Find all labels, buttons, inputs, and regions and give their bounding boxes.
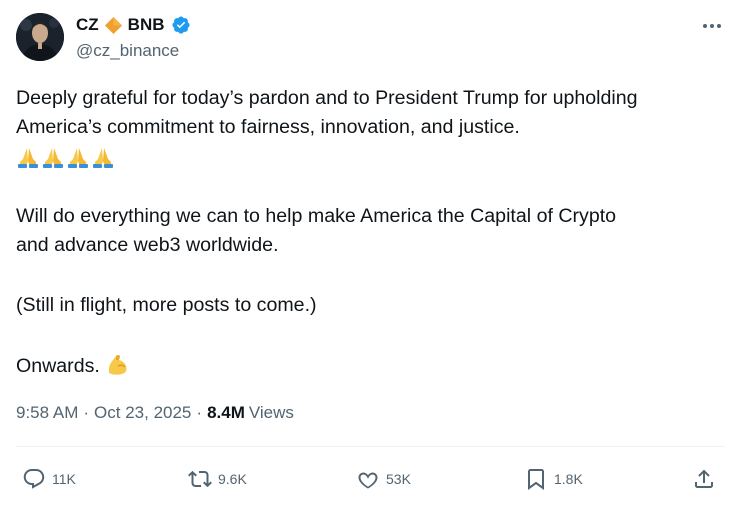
tweet-line-5: (Still in flight, more posts to come.) — [16, 294, 317, 316]
tweet-time[interactable]: 9:58 AM — [16, 403, 78, 423]
flexed-biceps-icon — [109, 355, 127, 375]
tweet-line-4: and advance web3 worldwide. — [16, 234, 279, 256]
author-name-row[interactable]: CZ BNB — [76, 14, 191, 36]
tweet-line-6: Onwards. — [16, 351, 728, 381]
bookmark-button[interactable]: 1.8K — [524, 463, 583, 495]
like-count: 53K — [386, 471, 411, 487]
divider — [16, 446, 725, 447]
views-label[interactable]: Views — [249, 403, 294, 423]
tweet-line-1: Deeply grateful for today’s pardon and t… — [16, 87, 638, 109]
views-count[interactable]: 8.4M — [207, 403, 245, 423]
reply-icon — [23, 469, 45, 489]
folded-hands-icon — [43, 147, 63, 168]
tweet-line-2: America’s commitment to fairness, innova… — [16, 116, 520, 138]
orange-diamond-icon — [104, 16, 122, 34]
folded-hands-emoji-row — [16, 142, 728, 171]
reply-count: 11K — [52, 471, 76, 487]
more-options-icon[interactable] — [700, 18, 724, 34]
folded-hands-icon — [93, 147, 113, 168]
heart-icon — [358, 472, 378, 489]
avatar-image — [16, 13, 64, 61]
folded-hands-icon — [68, 147, 88, 168]
repost-count: 9.6K — [218, 471, 247, 487]
tweet-meta: 9:58 AM · Oct 23, 2025 · 8.4M Views — [16, 403, 294, 423]
repost-button[interactable]: 9.6K — [188, 463, 247, 495]
share-icon — [695, 469, 713, 488]
share-button[interactable] — [692, 463, 716, 495]
action-bar: 11K 9.6K 53K 1.8K — [0, 463, 741, 495]
display-name-second[interactable]: BNB — [128, 15, 165, 35]
author-handle[interactable]: @cz_binance — [76, 41, 179, 61]
meta-separator: · — [83, 403, 90, 422]
folded-hands-icon — [18, 147, 38, 168]
meta-separator-2: · — [196, 403, 203, 422]
tweet-line-3: Will do everything we can to help make A… — [16, 205, 617, 227]
reply-button[interactable]: 11K — [22, 463, 76, 495]
verified-badge-icon[interactable] — [171, 15, 191, 35]
like-button[interactable]: 53K — [356, 463, 411, 495]
bookmark-icon — [528, 469, 544, 490]
tweet-line-6-text: Onwards. — [16, 355, 100, 377]
display-name-first[interactable]: CZ — [76, 15, 99, 35]
tweet-text: Deeply grateful for today’s pardon and t… — [16, 84, 728, 381]
avatar[interactable] — [16, 13, 64, 61]
repost-icon — [188, 470, 212, 488]
tweet-date[interactable]: Oct 23, 2025 — [94, 403, 191, 423]
bookmark-count: 1.8K — [554, 471, 583, 487]
